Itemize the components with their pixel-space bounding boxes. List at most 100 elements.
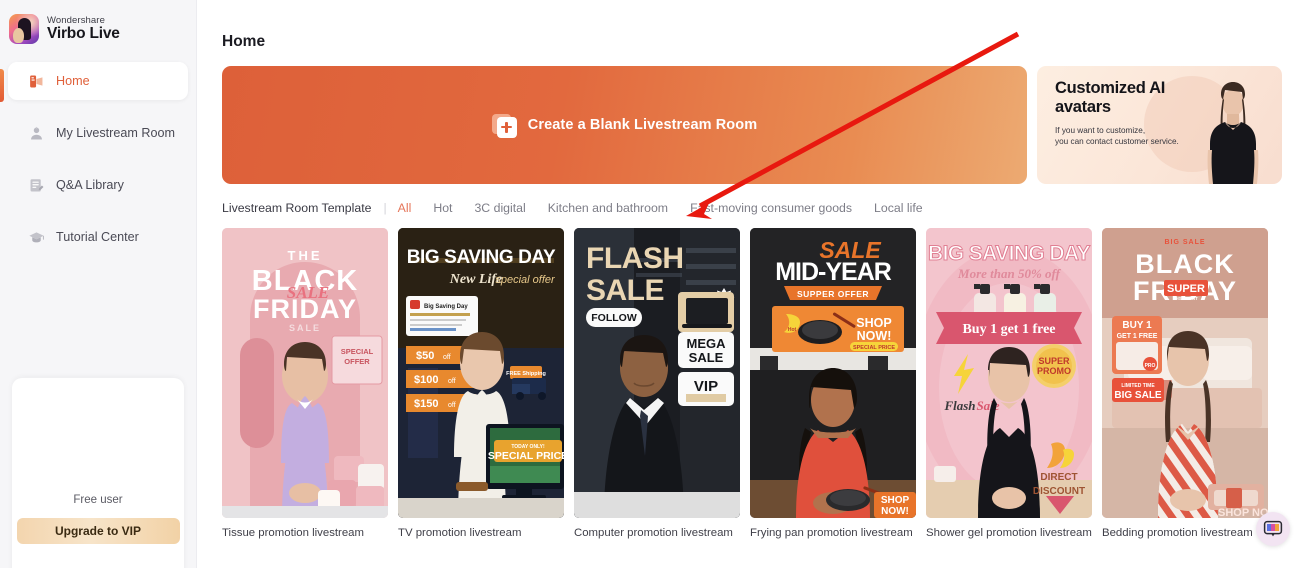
svg-text:BIG SALE: BIG SALE — [1114, 390, 1162, 401]
svg-text:OFFER: OFFER — [344, 357, 370, 366]
brand-logo-area[interactable]: Wondershare Virbo Live — [0, 0, 196, 44]
svg-text:THE: THE — [288, 248, 323, 263]
ai-avatar-image — [1207, 82, 1259, 184]
template-caption: Bedding promotion livestream — [1102, 527, 1253, 539]
svg-text:MEGA: MEGA — [687, 336, 727, 351]
chat-support-widget[interactable] — [1256, 512, 1290, 546]
svg-text:DIRECT: DIRECT — [1040, 472, 1077, 483]
template-thumbnail-image: BIG SALE BLACK FRIDAY SUPER DISCOUNT BUY… — [1102, 228, 1268, 518]
svg-text:SPECIAL PRICE: SPECIAL PRICE — [488, 450, 564, 462]
svg-text:Hot: Hot — [788, 327, 797, 333]
template-thumbnail-image: FLASH SALE FOLLOW NEW MEGA SALE VIP — [574, 228, 740, 518]
sidebar-item-my-livestream-room[interactable]: My Livestream Room — [8, 114, 188, 152]
svg-text:$150: $150 — [414, 398, 438, 410]
home-icon — [30, 75, 43, 87]
svg-text:PRO: PRO — [1145, 363, 1156, 369]
sidebar-active-indicator — [0, 69, 4, 102]
sidebar-item-label: Q&A Library — [56, 178, 124, 192]
svg-text:$100: $100 — [414, 374, 438, 386]
svg-text:off: off — [448, 402, 456, 409]
svg-text:$50: $50 — [416, 350, 434, 362]
upgrade-to-vip-button[interactable]: Upgrade to VIP — [16, 518, 180, 544]
sidebar-item-home[interactable]: Home — [8, 62, 188, 100]
create-button-label: Create a Blank Livestream Room — [527, 117, 758, 133]
svg-text:Buy 1 get 1 free: Buy 1 get 1 free — [962, 322, 1055, 337]
template-thumbnail[interactable]: BIG SAVING DAY New Life special offer Bi… — [398, 228, 564, 518]
svg-text:off: off — [443, 354, 451, 361]
create-blank-livestream-room-button[interactable]: Create a Blank Livestream Room — [222, 66, 1027, 184]
svg-text:DISCOUNT: DISCOUNT — [1033, 486, 1085, 497]
template-thumbnail[interactable]: SALE MID-YEAR SUPPER OFFER Hot SHOP NOW! — [750, 228, 916, 518]
svg-text:SPECIAL: SPECIAL — [341, 347, 374, 356]
main-content: Home Create a Blank Livestream Room Cust… — [197, 0, 1300, 568]
create-button-inner: Create a Blank Livestream Room — [491, 113, 758, 138]
svg-text:SALE: SALE — [287, 283, 330, 302]
add-card-plus-icon — [491, 113, 517, 138]
brand-text: Wondershare Virbo Live — [47, 15, 120, 42]
svg-text:DISCOUNT: DISCOUNT — [1174, 296, 1198, 301]
template-card[interactable]: THE BLACK FRIDAY SALE SALE SPECIAL OFFER — [222, 228, 388, 539]
template-card[interactable]: BIG SAVING DAY More than 50% off Buy 1 g… — [926, 228, 1092, 539]
virbo-logo-icon — [9, 14, 39, 44]
graduation-cap-icon — [29, 231, 44, 242]
template-thumbnail[interactable]: FLASH SALE FOLLOW NEW MEGA SALE VIP — [574, 228, 740, 518]
svg-text:special offer: special offer — [495, 274, 556, 286]
svg-text:FLASH: FLASH — [586, 242, 684, 275]
filter-tab-local-life[interactable]: Local life — [874, 201, 923, 215]
chat-screen-icon — [1263, 520, 1283, 537]
svg-text:off: off — [448, 378, 456, 385]
svg-text:New Life: New Life — [449, 272, 502, 287]
template-card[interactable]: BIG SALE BLACK FRIDAY SUPER DISCOUNT BUY… — [1102, 228, 1268, 539]
svg-text:SPECIAL PRICE: SPECIAL PRICE — [853, 345, 895, 351]
user-plan-card: Free user Upgrade to VIP — [12, 378, 184, 568]
page-title: Home — [222, 33, 266, 50]
template-caption: Computer promotion livestream — [574, 527, 733, 539]
svg-text:PROMO: PROMO — [1037, 366, 1071, 376]
document-edit-icon — [30, 178, 44, 192]
svg-text:BIG SAVING DAY: BIG SAVING DAY — [407, 247, 556, 268]
template-thumbnail-image: BIG SAVING DAY New Life special offer Bi… — [398, 228, 564, 518]
template-thumbnail[interactable]: BIG SAVING DAY More than 50% off Buy 1 g… — [926, 228, 1092, 518]
filter-tab-kitchen-and-bathroom[interactable]: Kitchen and bathroom — [548, 201, 668, 215]
filter-tab-all[interactable]: All — [398, 201, 412, 215]
svg-text:FOLLOW: FOLLOW — [591, 312, 637, 324]
svg-text:BIG SALE: BIG SALE — [1164, 239, 1205, 246]
template-caption: Tissue promotion livestream — [222, 527, 365, 539]
sidebar-item-label: Tutorial Center — [56, 230, 139, 244]
svg-text:BUY 1: BUY 1 — [1122, 320, 1152, 331]
svg-text:SUPPER OFFER: SUPPER OFFER — [797, 289, 869, 299]
plan-label: Free user — [73, 494, 123, 506]
svg-text:Flash: Flash — [943, 398, 975, 413]
sidebar-item-label: Home — [56, 74, 90, 88]
template-filter-bar: Livestream Room Template | All Hot 3C di… — [222, 201, 1300, 215]
template-card[interactable]: BIG SAVING DAY New Life special offer Bi… — [398, 228, 564, 539]
svg-text:BIG SAVING DAY: BIG SAVING DAY — [928, 242, 1091, 265]
svg-text:SALE: SALE — [289, 323, 321, 333]
avatar-person-icon — [31, 126, 42, 139]
template-caption: Frying pan promotion livestream — [750, 527, 913, 539]
sidebar-item-tutorial-center[interactable]: Tutorial Center — [8, 218, 188, 256]
svg-text:FREE Shipping: FREE Shipping — [506, 371, 546, 377]
brand-product: Virbo Live — [47, 24, 120, 42]
svg-text:SALE: SALE — [689, 350, 724, 365]
svg-text:SALE: SALE — [586, 274, 664, 307]
hero-row: Create a Blank Livestream Room Customize… — [222, 66, 1300, 184]
svg-text:GET 1 FREE: GET 1 FREE — [1117, 333, 1158, 340]
filter-tab-hot[interactable]: Hot — [433, 201, 452, 215]
sidebar-item-qa-library[interactable]: Q&A Library — [8, 166, 188, 204]
svg-text:SHOP: SHOP — [856, 316, 891, 330]
template-thumbnail-image: BIG SAVING DAY More than 50% off Buy 1 g… — [926, 228, 1092, 518]
filter-tab-fast-moving-consumer-goods[interactable]: Fast-moving consumer goods — [690, 201, 852, 215]
filter-separator: | — [383, 201, 387, 215]
template-card[interactable]: FLASH SALE FOLLOW NEW MEGA SALE VIP — [574, 228, 740, 539]
customized-ai-avatars-card[interactable]: Customized AI avatars If you want to cus… — [1037, 66, 1282, 184]
template-card[interactable]: SALE MID-YEAR SUPPER OFFER Hot SHOP NOW! — [750, 228, 916, 539]
svg-text:SUPER: SUPER — [1167, 283, 1205, 295]
template-thumbnail[interactable]: THE BLACK FRIDAY SALE SALE SPECIAL OFFER — [222, 228, 388, 518]
sidebar-nav: Home My Livestream Room Q&A Library Tuto… — [0, 62, 196, 256]
template-thumbnail-image: THE BLACK FRIDAY SALE SALE SPECIAL OFFER — [222, 228, 388, 518]
svg-text:SHOP: SHOP — [881, 495, 910, 506]
svg-text:Big Saving Day: Big Saving Day — [424, 304, 468, 310]
template-thumbnail[interactable]: BIG SALE BLACK FRIDAY SUPER DISCOUNT BUY… — [1102, 228, 1268, 518]
filter-tab-3c-digital[interactable]: 3C digital — [474, 201, 525, 215]
